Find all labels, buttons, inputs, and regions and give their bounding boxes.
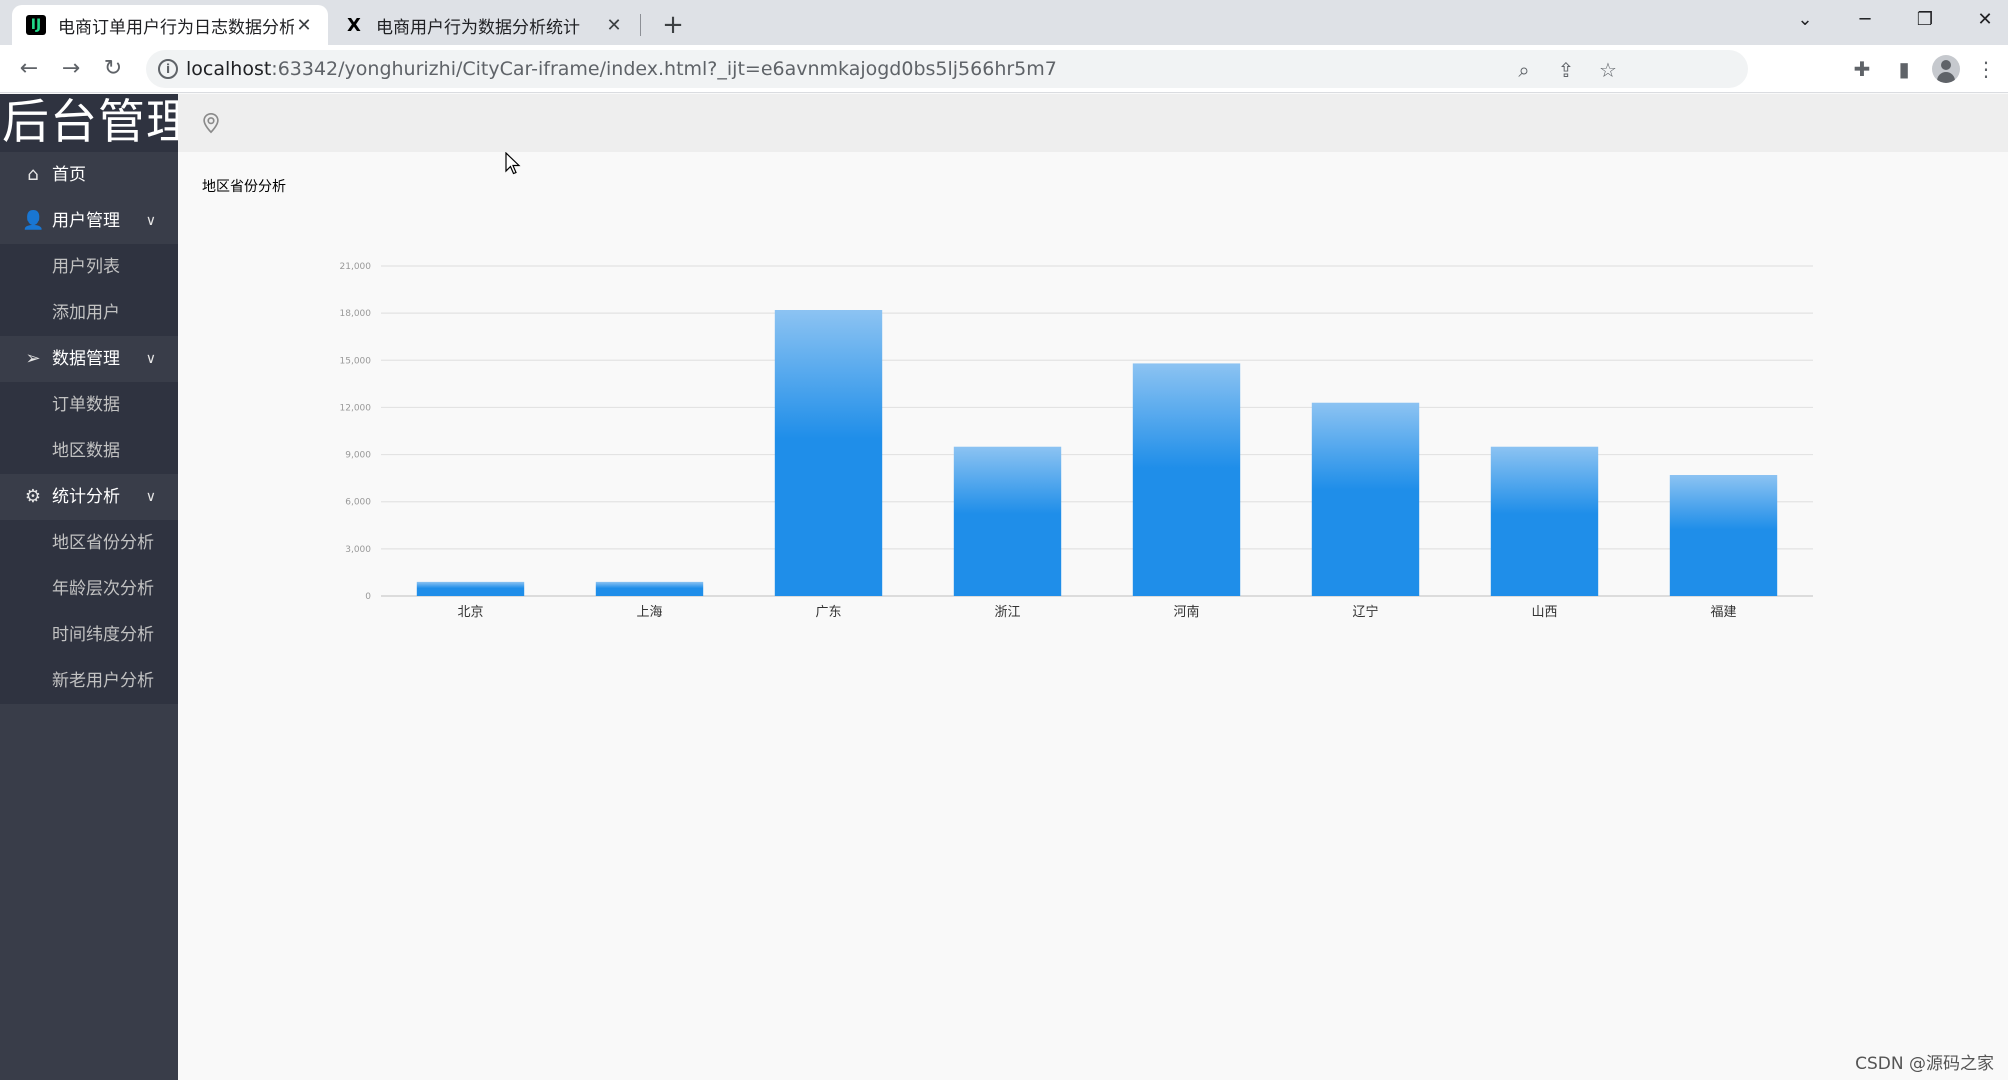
close-window-icon[interactable]: ✕: [1960, 0, 2008, 40]
submenu-user-management: 用户列表 添加用户: [0, 244, 178, 336]
bar-5[interactable]: [1311, 402, 1420, 596]
sidebar-item-new-old-user-analysis[interactable]: 新老用户分析: [0, 658, 178, 704]
bar-0[interactable]: [416, 581, 525, 596]
sidebar-item-label: 用户管理: [52, 211, 120, 231]
extensions-puzzle-icon[interactable]: ✚: [1848, 55, 1876, 83]
y-tick-label: 6,000: [345, 498, 371, 508]
back-arrow-icon[interactable]: ←: [12, 52, 46, 86]
address-bar[interactable]: i localhost:63342/yonghurizhi/CityCar-if…: [146, 50, 1748, 88]
x-category-label: 浙江: [994, 605, 1020, 620]
side-panel-icon[interactable]: ▮: [1890, 55, 1918, 83]
chevron-down-icon: ∨: [145, 213, 156, 229]
x-category-label: 福建: [1710, 605, 1736, 620]
close-tab-icon[interactable]: ✕: [604, 15, 624, 36]
y-tick-label: 15,000: [340, 356, 372, 366]
tab-title: 电商订单用户行为日志数据分析系统: [58, 17, 294, 38]
browser-tab[interactable]: X 电商用户行为数据分析统计 ✕: [330, 5, 638, 45]
sidebar-item-order-data[interactable]: 订单数据: [0, 382, 178, 428]
url-path: :63342/yonghurizhi/CityCar-iframe/index.…: [271, 58, 1057, 80]
home-icon: ⌂: [27, 164, 39, 185]
content-topbar: [178, 94, 2008, 152]
sidebar-item-label: 首页: [52, 165, 86, 185]
minimize-icon[interactable]: ─: [1840, 0, 1890, 40]
tab-search-chevron-icon[interactable]: ⌄: [1780, 0, 1830, 40]
sidebar-item-time-analysis[interactable]: 时间纬度分析: [0, 612, 178, 658]
tab-title: 电商用户行为数据分析统计: [376, 17, 580, 38]
tab-separator: [640, 14, 641, 36]
browser-tab-active[interactable]: IJ 电商订单用户行为日志数据分析系统 ✕: [12, 5, 328, 45]
mouse-cursor-icon: [505, 152, 521, 175]
url-host: localhost: [186, 58, 272, 80]
bar-2[interactable]: [774, 310, 883, 596]
new-tab-button[interactable]: +: [656, 8, 690, 42]
sidebar-item-home[interactable]: ⌂ 首页: [0, 152, 178, 198]
y-tick-label: 12,000: [340, 403, 372, 413]
url-text[interactable]: localhost:63342/yonghurizhi/CityCar-ifra…: [186, 58, 1057, 80]
chevron-down-icon: ∨: [145, 351, 156, 367]
bar-6[interactable]: [1490, 446, 1599, 596]
x-category-label: 河南: [1173, 604, 1199, 620]
intellij-favicon-icon: IJ: [26, 15, 46, 35]
x-category-label: 广东: [815, 605, 841, 620]
y-tick-label: 3,000: [345, 545, 371, 555]
x-category-label: 山西: [1531, 605, 1557, 620]
bar-1[interactable]: [595, 581, 704, 596]
sidebar-item-region-data[interactable]: 地区数据: [0, 428, 178, 474]
bar-7[interactable]: [1669, 475, 1778, 596]
zoom-icon[interactable]: ⌕: [1510, 56, 1538, 84]
bookmark-star-icon[interactable]: ☆: [1594, 56, 1622, 84]
chevron-down-icon: ∨: [145, 489, 156, 505]
sidebar-item-user-list[interactable]: 用户列表: [0, 244, 178, 290]
sidebar-item-province-analysis[interactable]: 地区省份分析: [0, 520, 178, 566]
submenu-statistics: 地区省份分析 年龄层次分析 时间纬度分析 新老用户分析: [0, 520, 178, 704]
submenu-data-management: 订单数据 地区数据: [0, 382, 178, 474]
sidebar-item-label: 统计分析: [52, 487, 120, 507]
sidebar-item-user-management[interactable]: 👤 用户管理 ∨: [0, 198, 178, 244]
send-icon: ➢: [25, 348, 41, 369]
sidebar: 后台管理 ⌂ 首页 👤 用户管理 ∨ 用户列表 添加用户 ➢ 数据管理 ∨ 订单…: [0, 94, 194, 1080]
x-category-label: 上海: [636, 605, 662, 620]
province-bar-chart: 0 3,000 6,000 9,000 12,000 15,000 18,000 21,000…: [340, 262, 1813, 620]
bar-3[interactable]: [953, 446, 1062, 596]
share-icon[interactable]: ⇪: [1552, 56, 1580, 84]
x-favicon-icon: X: [347, 14, 361, 36]
y-tick-label: 21,000: [340, 262, 372, 272]
close-tab-icon[interactable]: ✕: [294, 15, 314, 36]
sidebar-item-data-management[interactable]: ➢ 数据管理 ∨: [0, 336, 178, 382]
site-info-icon[interactable]: i: [158, 59, 178, 79]
watermark: CSDN @源码之家: [1855, 1054, 1994, 1074]
user-icon: 👤: [22, 210, 45, 231]
y-tick-label: 0: [365, 592, 371, 602]
y-tick-label: 18,000: [340, 309, 372, 319]
sidebar-item-statistics[interactable]: ⚙ 统计分析 ∨: [0, 474, 178, 520]
browser-tab-strip: IJ 电商订单用户行为日志数据分析系统 ✕ X 电商用户行为数据分析统计 ✕ +…: [0, 0, 2008, 45]
x-category-label: 北京: [457, 605, 483, 620]
app-logo: 后台管理: [0, 94, 194, 152]
location-pin-icon[interactable]: [200, 112, 222, 134]
restore-icon[interactable]: ❐: [1900, 0, 1950, 40]
gear-icon: ⚙: [24, 486, 42, 507]
forward-arrow-icon[interactable]: →: [54, 52, 88, 86]
browser-toolbar: ← → ↻ i localhost:63342/yonghurizhi/City…: [0, 45, 2008, 93]
y-tick-label: 9,000: [345, 451, 371, 461]
sidebar-item-add-user[interactable]: 添加用户: [0, 290, 178, 336]
more-menu-icon[interactable]: ⋮: [1972, 55, 2000, 83]
sidebar-item-label: 数据管理: [52, 349, 120, 369]
reload-icon[interactable]: ↻: [96, 52, 130, 86]
sidebar-item-age-analysis[interactable]: 年龄层次分析: [0, 566, 178, 612]
x-category-label: 辽宁: [1352, 604, 1378, 620]
profile-avatar[interactable]: [1932, 55, 1960, 83]
bar-4[interactable]: [1132, 363, 1241, 596]
